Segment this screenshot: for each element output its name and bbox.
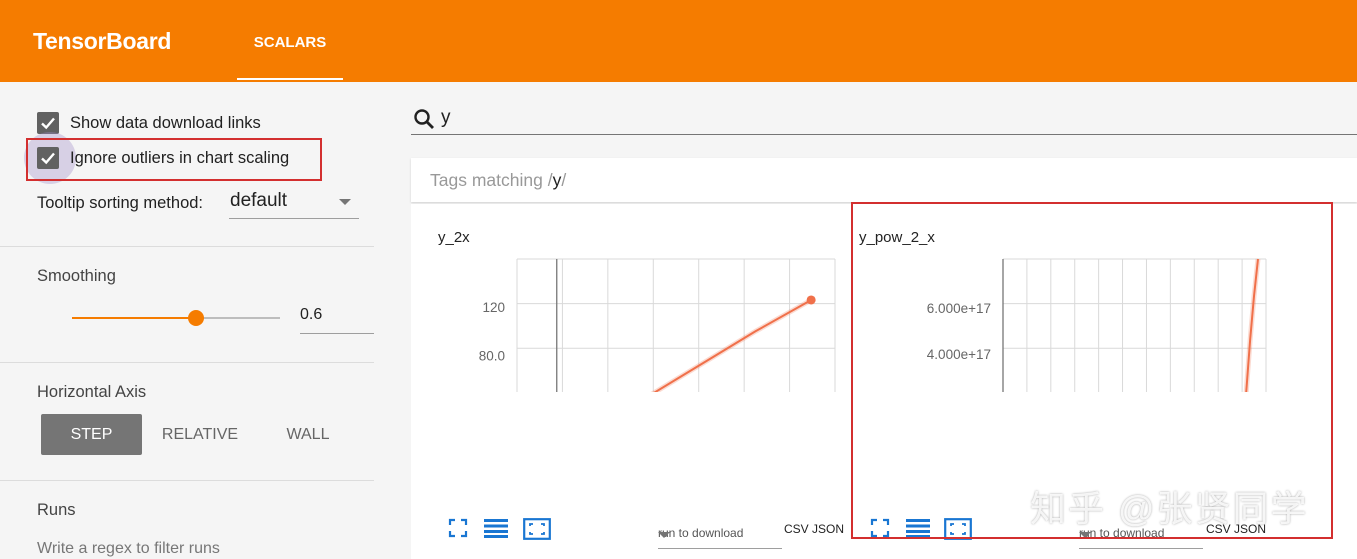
list-icon[interactable] xyxy=(484,518,508,538)
json-download-link[interactable]: JSON xyxy=(812,522,844,536)
tab-scalars[interactable]: SCALARS xyxy=(237,0,343,82)
top-app-bar: TensorBoard SCALARS xyxy=(0,0,1357,82)
tooltip-sort-select[interactable]: default xyxy=(229,186,359,219)
smoothing-slider-fill[interactable] xyxy=(72,317,196,319)
checkbox-checked[interactable] xyxy=(37,112,59,134)
watermark: 知乎 @张贤同学 xyxy=(1030,488,1309,529)
y-tick-label: 120 xyxy=(482,300,505,315)
check-icon xyxy=(41,117,55,130)
sidebar: Show data download links Ignore outliers… xyxy=(0,82,374,559)
smoothing-input[interactable]: 0.6 xyxy=(300,306,374,334)
divider xyxy=(0,480,374,481)
fullscreen-icon[interactable] xyxy=(448,518,468,538)
app-brand: TensorBoard xyxy=(33,28,172,54)
smoothing-title: Smoothing xyxy=(37,267,116,285)
csv-download-link[interactable]: CSV xyxy=(784,522,809,536)
run-download-select[interactable]: run to download xyxy=(658,522,782,549)
chart-y-2x[interactable]: 0.0040.080.01200.00020.0040.0060.00 xyxy=(411,82,851,392)
runs-filter-input[interactable]: Write a regex to filter runs xyxy=(37,540,220,558)
tooltip-sort-label: Tooltip sorting method: xyxy=(37,194,204,212)
smoothing-slider-track[interactable] xyxy=(196,317,280,319)
dropdown-arrow-icon xyxy=(658,532,670,538)
active-tab-indicator xyxy=(237,78,343,80)
horizontal-axis-title: Horizontal Axis xyxy=(37,383,147,401)
runs-title: Runs xyxy=(37,501,76,519)
smoothing-value: 0.6 xyxy=(300,306,323,323)
chart-card-y-2x: y_2x 0.0040.080.01200.00020.0040.0060.00… xyxy=(411,204,851,559)
fit-domain-icon[interactable] xyxy=(523,518,551,540)
tab-scalars-label: SCALARS xyxy=(253,34,327,51)
smoothing-slider-thumb[interactable] xyxy=(188,310,204,326)
series-line xyxy=(653,299,812,392)
series-raw-line xyxy=(650,297,813,392)
tooltip-sort-value: default xyxy=(230,190,288,211)
axis-step-button[interactable]: STEP xyxy=(41,414,142,455)
divider xyxy=(0,362,374,363)
run-download-label: run to download xyxy=(658,526,744,540)
axis-relative-button[interactable]: RELATIVE xyxy=(152,414,248,455)
highlight-box xyxy=(26,138,322,181)
axis-wall-button[interactable]: WALL xyxy=(262,414,354,455)
divider xyxy=(0,246,374,247)
series-end-point xyxy=(806,295,816,305)
dropdown-arrow-icon xyxy=(339,199,351,205)
show-download-links-label: Show data download links xyxy=(70,114,261,132)
y-tick-label: 80.0 xyxy=(479,348,505,363)
